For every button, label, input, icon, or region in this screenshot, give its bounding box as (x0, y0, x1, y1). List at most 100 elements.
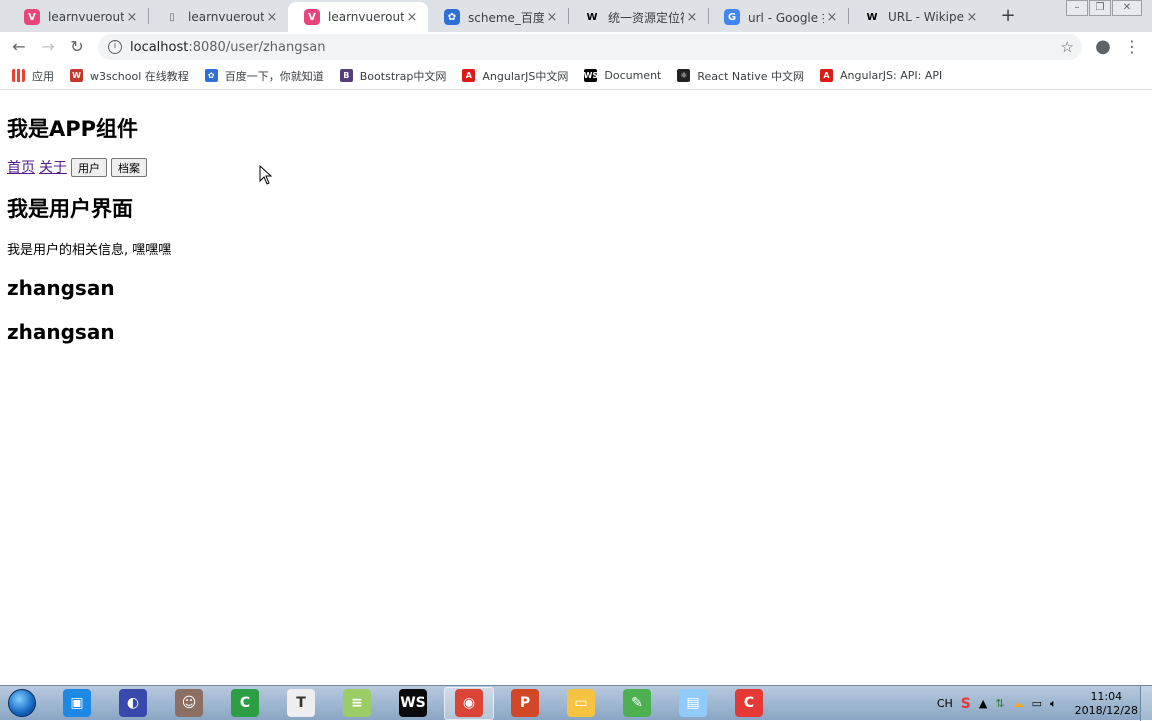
bookmark-7[interactable]: A AngularJS: API: API (820, 69, 942, 82)
nav-button-user[interactable]: 用户 (71, 157, 107, 177)
username-heading-2: zhangsan (7, 320, 115, 344)
taskbar-app-12[interactable]: C (724, 687, 774, 720)
cloud-icon[interactable]: ☁ (1013, 697, 1024, 710)
back-button[interactable]: ← (7, 35, 31, 59)
ime-icon[interactable]: S (961, 696, 971, 712)
tab-title: URL - Wikipedia (888, 10, 964, 24)
taskbar-app-11[interactable]: ▤ (668, 687, 718, 720)
bookmark-0[interactable]: 应用 (12, 68, 54, 84)
bookmark-label: Document (604, 69, 662, 82)
tab-title: learnvuerouter (328, 10, 404, 24)
taskbar-app-6[interactable]: WS (388, 687, 438, 720)
minimize-button[interactable]: – (1066, 0, 1088, 16)
wikipedia-icon: W (586, 11, 598, 23)
taskbar-app-7[interactable]: ◉ (444, 686, 494, 720)
wikipedia-icon: W (866, 11, 878, 23)
bookmark-5[interactable]: WS Document (584, 69, 661, 82)
tab-close-icon[interactable]: × (964, 10, 980, 25)
google-icon: G (724, 9, 740, 25)
bookmark-4[interactable]: A AngularJS中文网 (462, 68, 568, 84)
tab-close-icon[interactable]: × (824, 10, 840, 25)
tab-close-icon[interactable]: × (684, 10, 700, 25)
mouse-cursor-icon (259, 165, 273, 185)
bookmark-2[interactable]: ✿ 百度一下，你就知道 (204, 68, 324, 84)
taskbar-app-1[interactable]: ◐ (108, 687, 158, 720)
notepad-icon: ▤ (679, 689, 707, 717)
bookmark-6[interactable]: ⚛ React Native 中文网 (677, 68, 804, 84)
page-content: 我是APP组件 首页 关于 用户 档案 我是用户界面 我是用户的相关信息, 嘿嘿… (0, 91, 1152, 685)
tab-1[interactable]: ▯ learnvuerouter× (148, 2, 288, 32)
camtasia-icon: C (231, 689, 259, 717)
taskbar-app-0[interactable]: ▣ (52, 687, 102, 720)
start-button[interactable] (0, 686, 44, 721)
bookmark-star-icon[interactable]: ☆ (1061, 38, 1074, 56)
url-host: localhost (130, 39, 189, 55)
nav-button-profile[interactable]: 档案 (111, 157, 147, 177)
close-window-button[interactable]: ✕ (1112, 0, 1142, 16)
angular-icon: A (820, 69, 834, 82)
explorer-icon: ▣ (63, 689, 91, 717)
router-nav: 首页 关于 用户 档案 (7, 157, 1145, 177)
language-indicator[interactable]: CH (937, 697, 953, 710)
tab-4[interactable]: W 统一资源定位符 × (568, 2, 708, 32)
taskbar-app-9[interactable]: ▭ (556, 687, 606, 720)
profile-icon[interactable]: ● (1091, 35, 1115, 59)
webstorm-icon: WS (583, 69, 599, 82)
tab-close-icon[interactable]: × (264, 10, 280, 25)
vue-icon: V (304, 9, 320, 25)
tab-6[interactable]: W URL - Wikipedia× (848, 2, 988, 32)
show-hidden-icons[interactable]: ▲ (979, 697, 987, 710)
react-icon: ⚛ (677, 69, 691, 82)
restore-button[interactable]: ❐ (1089, 0, 1111, 16)
monitor-icon[interactable]: ▭ (1032, 697, 1042, 710)
windows-orb-icon (8, 689, 36, 717)
address-bar[interactable]: i localhost :8080/user/zhangsan ☆ (98, 34, 1082, 60)
bookmark-label: Bootstrap中文网 (359, 69, 447, 83)
document-icon: ▯ (169, 11, 175, 23)
tab-0[interactable]: Vlearnvuerouter× (8, 2, 148, 32)
tab-3[interactable]: ✿ scheme_百度搜索× (428, 2, 568, 32)
clock[interactable]: 11:04 2018/12/28 (1075, 690, 1138, 718)
bookmark-label: w3school 在线教程 (90, 69, 189, 83)
clock-date: 2018/12/28 (1074, 703, 1138, 717)
notes-icon: ≡ (343, 689, 371, 717)
browser-icon: ◐ (119, 689, 147, 717)
apps-grid-icon (12, 69, 25, 82)
network-icon[interactable]: ⇅ (995, 697, 1004, 710)
baidu-icon: ✿ (204, 69, 218, 82)
taskbar-app-4[interactable]: T (276, 687, 326, 720)
tab-2[interactable]: Vlearnvuerouter× (288, 2, 428, 32)
tab-close-icon[interactable]: × (404, 10, 420, 25)
bookmark-label: AngularJS: API: API (840, 69, 943, 82)
volume-icon[interactable]: 🔈︎ (1050, 697, 1057, 711)
bookmark-label: 百度一下，你就知道 (224, 69, 324, 83)
taskbar-app-8[interactable]: P (500, 687, 550, 720)
info-icon[interactable]: i (108, 40, 122, 54)
tab-title: scheme_百度搜索 (468, 10, 544, 25)
avatar-icon: ☺ (175, 689, 203, 717)
tab-title: 统一资源定位符 (608, 10, 684, 25)
forward-button[interactable]: → (36, 35, 60, 59)
bookmark-label: 应用 (32, 69, 54, 83)
show-desktop-button[interactable] (1140, 686, 1152, 721)
new-tab-button[interactable]: + (996, 4, 1020, 28)
nav-link-about[interactable]: 关于 (39, 157, 67, 177)
bookmarks-bar: 应用 Ww3school 在线教程 ✿ 百度一下，你就知道 B Bootstrap中文网 A… (0, 62, 1152, 90)
taskbar-app-3[interactable]: C (220, 687, 270, 720)
taskbar-app-10[interactable]: ✎ (612, 687, 662, 720)
taskbar-app-2[interactable]: ☺ (164, 687, 214, 720)
nav-link-home[interactable]: 首页 (7, 157, 35, 177)
menu-icon[interactable]: ⋮ (1120, 35, 1144, 59)
bookmark-label: AngularJS中文网 (482, 69, 569, 83)
w3school-icon: W (70, 69, 83, 82)
bookmark-label: React Native 中文网 (697, 69, 805, 83)
tab-close-icon[interactable]: × (544, 10, 560, 25)
taskbar-app-5[interactable]: ≡ (332, 687, 382, 720)
tab-close-icon[interactable]: × (124, 10, 140, 25)
bookmark-3[interactable]: B Bootstrap中文网 (339, 68, 447, 84)
bookmark-1[interactable]: Ww3school 在线教程 (70, 68, 189, 84)
webstorm-icon: WS (399, 689, 427, 717)
tab-5[interactable]: Gurl - Google 搜索× (708, 2, 848, 32)
browser-toolbar: ← → ↻ i localhost :8080/user/zhangsan ☆ … (0, 32, 1152, 62)
reload-button[interactable]: ↻ (65, 35, 89, 59)
